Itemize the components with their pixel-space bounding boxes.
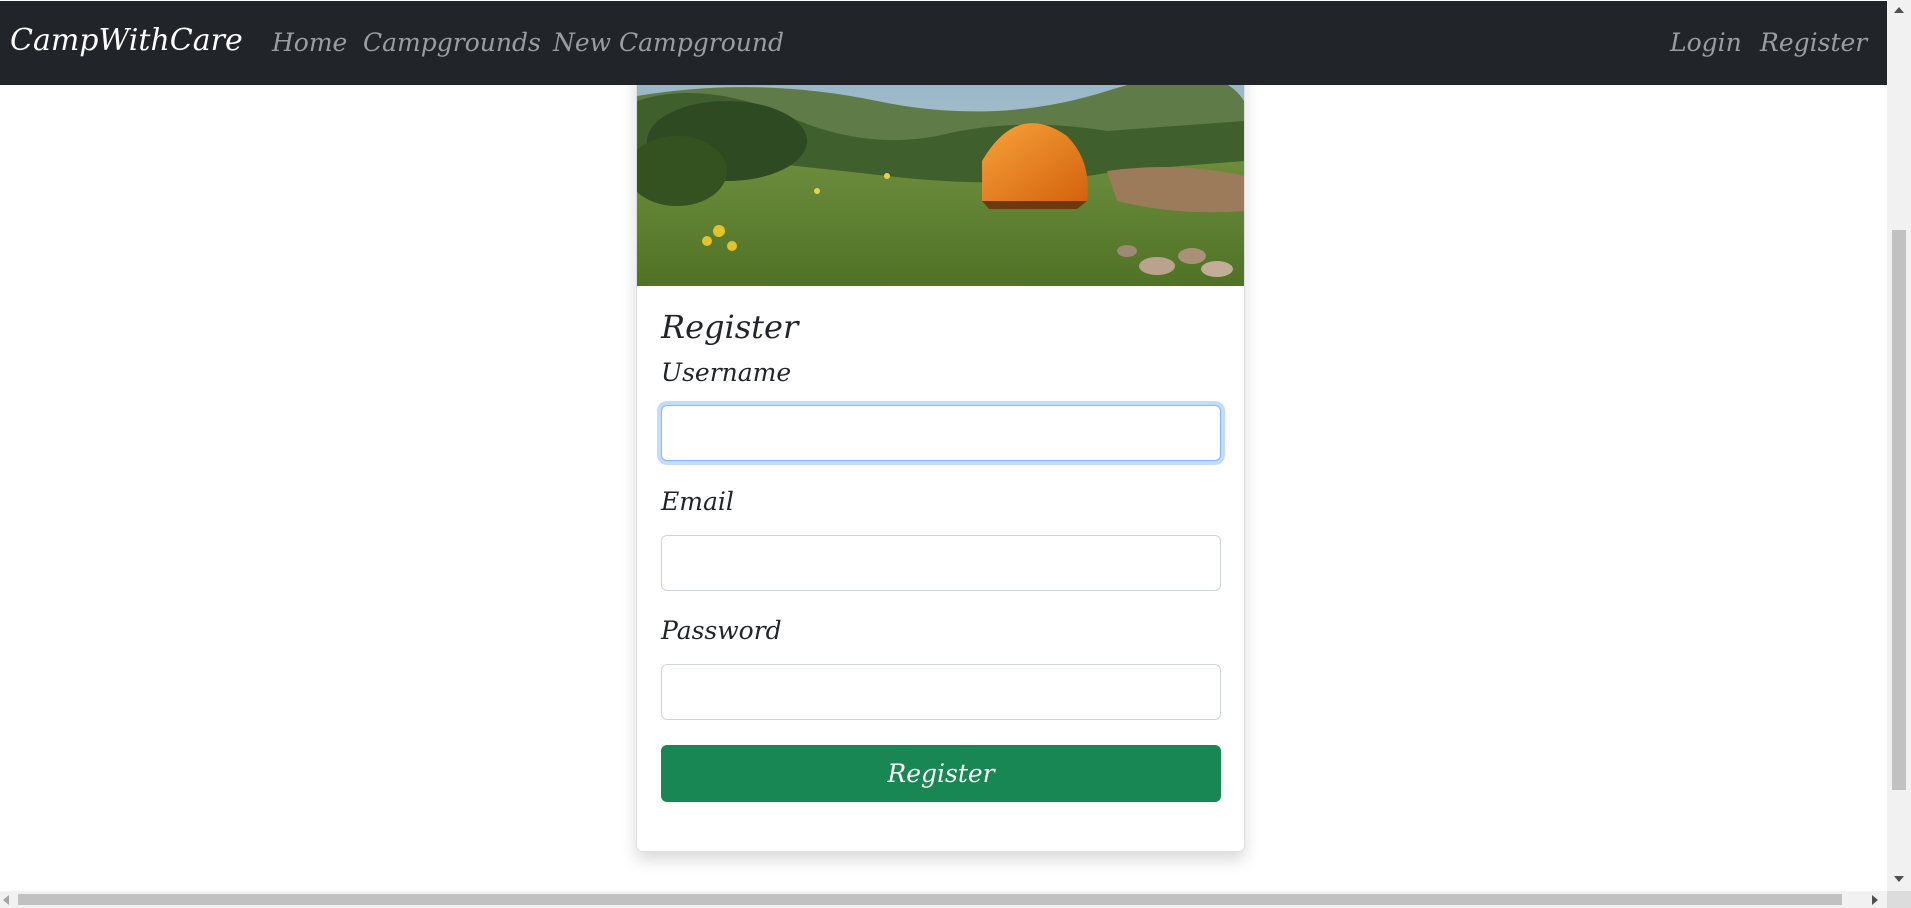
arrow-down-icon[interactable] (1894, 876, 1904, 882)
register-submit-button[interactable]: Register (661, 745, 1221, 802)
horizontal-scrollbar[interactable] (0, 891, 1887, 908)
form-title: Register (661, 308, 799, 346)
brand-logo-link[interactable]: CampWithCare (10, 23, 243, 58)
page-viewport: Register Username Email Password Registe… (0, 0, 1887, 891)
email-label: Email (661, 487, 734, 516)
password-label: Password (661, 616, 782, 645)
top-navbar: CampWithCare Home Campgrounds New Campgr… (0, 1, 1887, 85)
username-label: Username (661, 358, 792, 387)
vertical-scrollbar[interactable] (1887, 0, 1911, 891)
nav-link-register[interactable]: Register (1760, 28, 1867, 57)
register-card: Register Username Email Password Registe… (636, 40, 1245, 852)
email-input[interactable] (661, 535, 1221, 591)
username-input[interactable] (661, 405, 1221, 461)
password-input[interactable] (661, 664, 1221, 720)
nav-link-campgrounds[interactable]: Campgrounds (363, 28, 541, 57)
nav-link-new-campground[interactable]: New Campground (553, 28, 784, 57)
scrollbar-corner (1887, 891, 1911, 908)
nav-link-home[interactable]: Home (272, 28, 347, 57)
arrow-right-icon[interactable] (1872, 895, 1878, 905)
arrow-left-icon[interactable] (3, 895, 9, 905)
arrow-up-icon[interactable] (1894, 7, 1904, 13)
horizontal-scrollbar-thumb[interactable] (18, 894, 1842, 905)
vertical-scrollbar-thumb[interactable] (1892, 230, 1906, 790)
nav-link-login[interactable]: Login (1670, 28, 1742, 57)
